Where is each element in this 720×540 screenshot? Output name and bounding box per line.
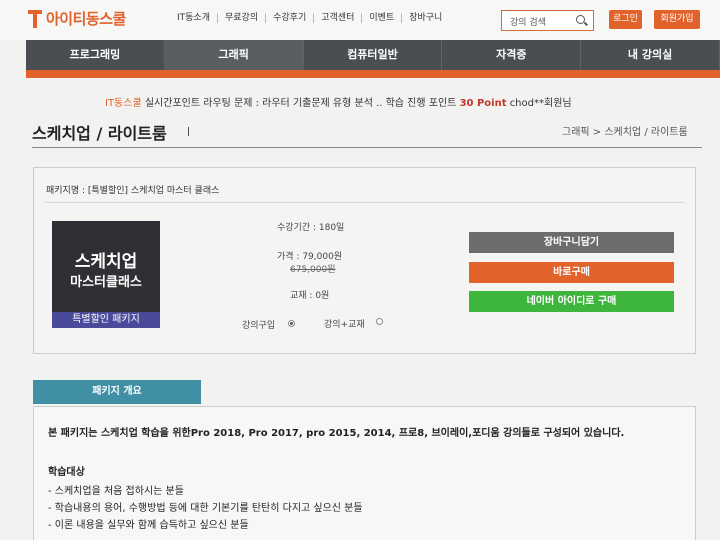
tab-certificate[interactable]: 자격증	[442, 40, 582, 70]
panel-divider	[45, 202, 685, 203]
logo-text: 아이티동스쿨	[46, 10, 126, 28]
buy-now-button[interactable]: 바로구매	[469, 262, 674, 283]
topnav-events[interactable]: 이벤트	[362, 13, 403, 23]
thumbnail-title: 스케치업	[74, 252, 138, 272]
top-bar: 아이티동스쿨 IT동소개 무료강의 수강후기 고객센터 이벤트 장바구니 강의 …	[0, 0, 720, 40]
site-logo[interactable]: 아이티동스쿨	[28, 8, 126, 29]
ticker-prefix: 실시간포인트	[144, 98, 201, 109]
target-item: - 스케치업을 처음 접하시는 분들	[48, 486, 184, 497]
package-name: 패키지명 : [특별할인] 스케치업 마스터 클래스	[46, 186, 220, 196]
topnav-support[interactable]: 고객센터	[314, 13, 363, 23]
option-lecture-book-radio[interactable]	[376, 318, 383, 325]
ticker-user: chod**회원님	[509, 98, 572, 109]
main-nav: 프로그래밍 그래픽 컴퓨터일반 자격증 내 강의실	[26, 40, 720, 70]
target-item: - 학습내용의 용어, 수행방법 등에 대한 기본기를 탄탄히 다지고 싶으신 …	[48, 503, 363, 514]
points-ticker: IT동스쿨 실시간포인트 라우팅 문제 : 라우터 기출문제 유형 분석 .. …	[105, 94, 572, 109]
thumbnail-subtitle: 마스터클래스	[70, 275, 142, 290]
original-price: 675,000원	[290, 265, 336, 275]
tab-my-classroom[interactable]: 내 강의실	[581, 40, 720, 70]
topnav-cart[interactable]: 장바구니	[402, 13, 449, 23]
login-button[interactable]: 로그인	[609, 10, 642, 29]
target-heading: 학습대상	[48, 467, 85, 478]
breadcrumb[interactable]: 그래픽 > 스케치업 / 라이트룸	[562, 123, 688, 138]
topnav-reviews[interactable]: 수강후기	[266, 13, 315, 23]
overview-intro: 본 패키지는 스케치업 학습을 위한Pro 2018, Pro 2017, pr…	[48, 428, 625, 439]
nav-accent-bar	[26, 70, 720, 78]
material-price: 교재 : 0원	[290, 291, 330, 301]
topnav-about[interactable]: IT동소개	[170, 13, 218, 23]
topnav-free-lectures[interactable]: 무료강의	[218, 13, 267, 23]
search-icon[interactable]	[576, 15, 585, 24]
option-lecture-book-label: 강의+교재	[324, 320, 365, 330]
price: 가격 : 79,000원	[277, 252, 343, 262]
title-divider	[32, 147, 702, 148]
tab-computer-general[interactable]: 컴퓨터일반	[304, 40, 443, 70]
ticker-points: 30 Point	[459, 98, 507, 109]
package-thumbnail: 스케치업 마스터클래스 특별할인 패키지	[52, 221, 160, 328]
search-input[interactable]: 강의 검색	[501, 10, 594, 31]
target-item: - 이론 내용을 실무와 함께 습득하고 싶으신 분들	[48, 520, 249, 531]
thumbnail-band: 특별할인 패키지	[52, 312, 160, 328]
logo-icon	[28, 9, 42, 28]
tab-graphic[interactable]: 그래픽	[164, 40, 304, 70]
option-lecture-label: 강의구입	[242, 321, 276, 331]
ticker-message: 라우팅 문제 : 라우터 기출문제 유형 분석 .. 학습 진행 포인트	[203, 98, 457, 109]
option-lecture-radio[interactable]	[288, 320, 295, 327]
search-placeholder: 강의 검색	[510, 18, 546, 28]
naver-buy-button[interactable]: 네이버 아이디로 구매	[469, 291, 674, 312]
tab-package-overview[interactable]: 패키지 개요	[33, 380, 201, 404]
top-nav: IT동소개 무료강의 수강후기 고객센터 이벤트 장바구니	[170, 13, 449, 23]
join-button[interactable]: 회원가입	[654, 10, 700, 29]
ticker-brand: IT동스쿨	[105, 98, 142, 109]
add-to-cart-button[interactable]: 장바구니담기	[469, 232, 674, 253]
title-separator	[188, 127, 189, 136]
course-period: 수강기간 : 180일	[277, 223, 345, 233]
tab-programming[interactable]: 프로그래밍	[26, 40, 165, 70]
page-title: 스케치업 / 라이트룸	[32, 124, 167, 143]
